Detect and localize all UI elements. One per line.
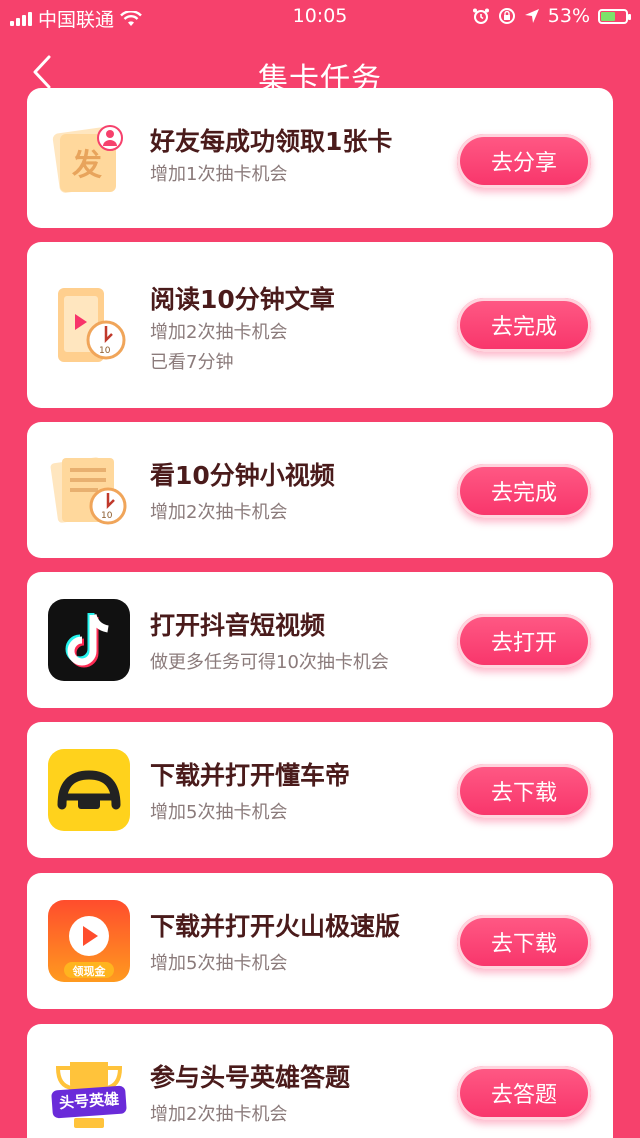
task-sub: 增加2次抽卡机会 <box>150 502 288 523</box>
toutiao-hero-quiz-icon: 头号英雄 <box>48 1054 130 1136</box>
svg-text:10: 10 <box>99 346 111 356</box>
open-button[interactable]: 去打开 <box>457 614 591 668</box>
status-bar: 中国联通 10:05 53% <box>0 0 640 36</box>
task-card-douyin: 打开抖音短视频 做更多任务可得10次抽卡机会 去打开 <box>27 572 613 708</box>
complete-button-label: 去完成 <box>490 481 557 506</box>
battery-percent: 53% <box>547 5 590 27</box>
share-button[interactable]: 去分享 <box>457 134 591 188</box>
task-title: 好友每成功领取1张卡 <box>150 127 393 156</box>
task-sub: 做更多任务可得10次抽卡机会 <box>150 652 389 673</box>
share-button-label: 去分享 <box>490 151 557 176</box>
open-button-label: 去打开 <box>490 631 557 656</box>
status-right: 53% <box>472 5 631 27</box>
task-title: 打开抖音短视频 <box>150 611 326 640</box>
location-icon <box>524 9 539 23</box>
svg-text:发: 发 <box>71 148 102 183</box>
complete-button-label: 去完成 <box>490 315 557 340</box>
task-title: 下载并打开懂车帝 <box>150 761 351 790</box>
gift-card-share-icon: 发 <box>48 120 130 202</box>
task-card-share: 发 好友每成功领取1张卡 增加1次抽卡机会 去分享 <box>27 88 613 228</box>
answer-button[interactable]: 去答题 <box>457 1066 591 1120</box>
task-progress: 已看7分钟 <box>150 352 234 373</box>
task-sub: 增加2次抽卡机会 <box>150 1104 288 1125</box>
download-button-label: 去下载 <box>490 781 557 806</box>
task-sub: 增加5次抽卡机会 <box>150 953 288 974</box>
dongchedi-app-icon <box>48 749 130 831</box>
download-button-label: 去下载 <box>490 932 557 957</box>
task-card-dongchedi: 下载并打开懂车帝 增加5次抽卡机会 去下载 <box>27 722 613 858</box>
svg-text:10: 10 <box>101 511 113 521</box>
huoshan-icon-label: 领现金 <box>72 965 106 978</box>
task-card-hero-quiz: 头号英雄 参与头号英雄答题 增加2次抽卡机会 去答题 <box>27 1024 613 1138</box>
task-sub: 增加5次抽卡机会 <box>150 802 288 823</box>
task-sub: 增加1次抽卡机会 <box>150 164 288 185</box>
task-sub: 增加2次抽卡机会 <box>150 322 288 343</box>
douyin-app-icon <box>48 599 130 681</box>
complete-button[interactable]: 去完成 <box>457 464 591 518</box>
complete-button[interactable]: 去完成 <box>457 298 591 352</box>
task-card-huoshan: 领现金 下载并打开火山极速版 增加5次抽卡机会 去下载 <box>27 873 613 1009</box>
answer-button-label: 去答题 <box>490 1083 557 1108</box>
battery-icon <box>598 8 631 24</box>
watch-video-timer-icon: 10 <box>48 450 130 532</box>
task-title: 下载并打开火山极速版 <box>150 912 401 941</box>
download-button[interactable]: 去下载 <box>457 764 591 818</box>
task-title: 参与头号英雄答题 <box>150 1063 351 1092</box>
alarm-icon <box>472 8 489 24</box>
read-article-timer-icon: 10 <box>48 284 130 366</box>
task-card-read-article: 10 阅读10分钟文章 增加2次抽卡机会 已看7分钟 去完成 <box>27 242 613 408</box>
task-card-watch-video: 10 看10分钟小视频 增加2次抽卡机会 去完成 <box>27 422 613 558</box>
huoshan-app-icon: 领现金 <box>48 900 130 982</box>
download-button[interactable]: 去下载 <box>457 915 591 969</box>
task-title: 看10分钟小视频 <box>150 461 335 490</box>
rotation-lock-icon <box>498 8 515 24</box>
task-title: 阅读10分钟文章 <box>150 285 335 314</box>
